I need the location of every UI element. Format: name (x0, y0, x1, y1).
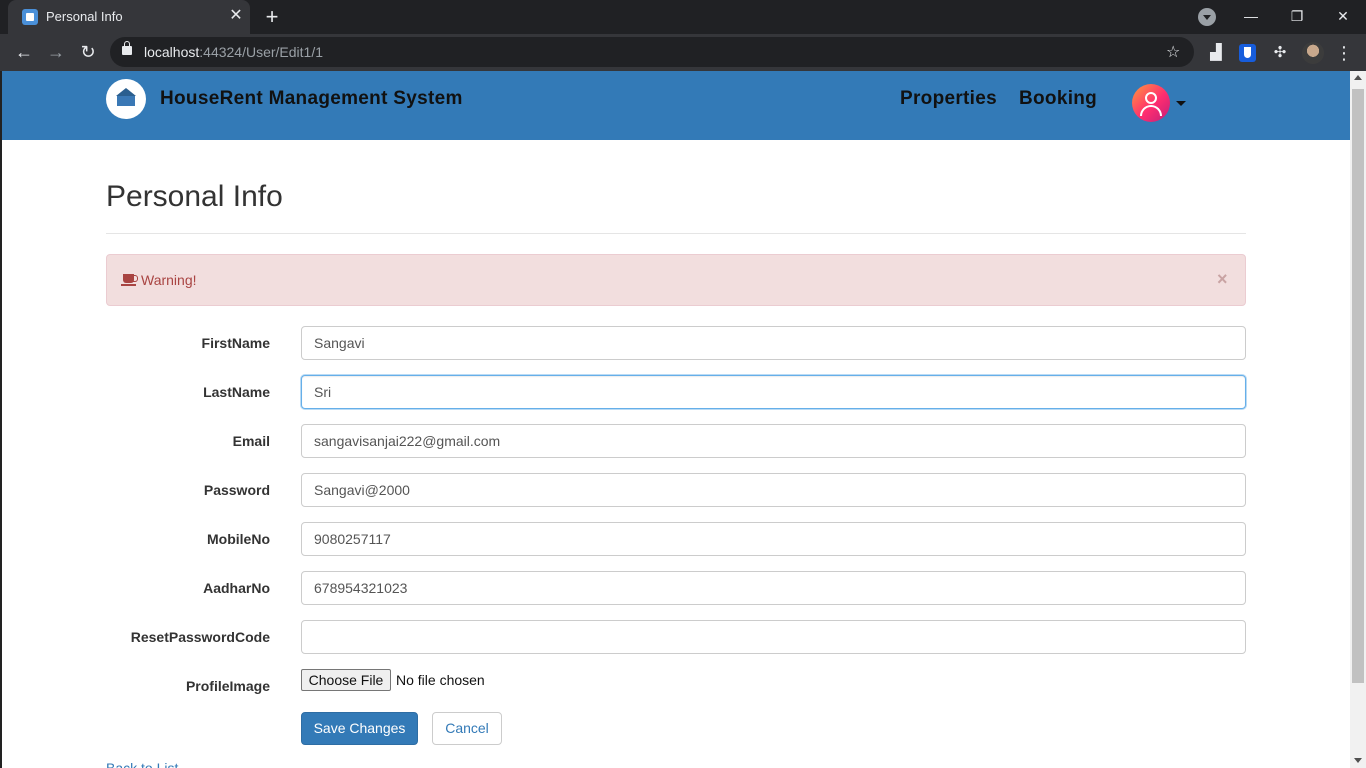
firstname-label: FirstName (201, 335, 270, 351)
mobileno-label: MobileNo (207, 531, 270, 547)
page-title: Personal Info (106, 180, 283, 213)
aadharno-label: AadharNo (203, 580, 270, 596)
back-icon[interactable]: ← (10, 38, 38, 66)
choose-file-button[interactable]: Choose File (301, 669, 391, 691)
menu-icon[interactable]: ⋮ (1334, 43, 1354, 63)
profile-avatar-icon[interactable] (1302, 42, 1324, 64)
resetpasswordcode-field[interactable] (301, 620, 1246, 654)
brand-title[interactable]: HouseRent Management System (160, 88, 463, 110)
scroll-up-icon[interactable] (1354, 75, 1362, 80)
password-field[interactable] (301, 473, 1246, 507)
tab-title: Personal Info (46, 9, 123, 24)
mobileno-field[interactable] (301, 522, 1246, 556)
warning-alert: Warning! × (106, 254, 1246, 306)
email-field[interactable] (301, 424, 1246, 458)
aadharno-field[interactable] (301, 571, 1246, 605)
minimize-icon[interactable]: — (1228, 0, 1274, 32)
browser-tab[interactable]: Personal Info ✕ (8, 0, 250, 34)
file-status-text: No file chosen (396, 672, 485, 688)
forward-icon[interactable]: → (42, 38, 70, 66)
password-label: Password (203, 482, 270, 498)
lock-icon[interactable] (122, 41, 132, 55)
house-logo-icon[interactable] (106, 79, 146, 119)
app-navbar: HouseRent Management System Properties B… (2, 71, 1350, 140)
restore-icon[interactable]: ❐ (1274, 0, 1320, 32)
scrollbar-thumb[interactable] (1352, 89, 1364, 683)
tab-search-icon[interactable] (1198, 8, 1216, 26)
chevron-down-icon[interactable] (1176, 101, 1186, 106)
nav-booking-link[interactable]: Booking (1019, 88, 1097, 110)
profileimage-label: ProfileImage (185, 678, 270, 694)
page-viewport: HouseRent Management System Properties B… (0, 71, 1350, 768)
back-to-list-link[interactable]: Back to List (106, 760, 178, 768)
bookmark-star-icon[interactable]: ☆ (1166, 42, 1180, 62)
user-icon[interactable] (1132, 84, 1170, 122)
close-tab-icon[interactable]: ✕ (226, 6, 246, 26)
resetpasswordcode-label: ResetPasswordCode (130, 629, 270, 645)
lastname-label: LastName (203, 384, 270, 400)
extension-chart-icon[interactable]: ▟ (1206, 43, 1226, 63)
scroll-down-icon[interactable] (1354, 758, 1362, 763)
extensions-puzzle-icon[interactable]: ✣ (1270, 43, 1290, 63)
new-tab-plus-icon[interactable]: + (260, 5, 284, 29)
reload-icon[interactable]: ↻ (74, 38, 102, 66)
favicon-icon (22, 9, 38, 25)
page-scrollbar[interactable] (1350, 71, 1366, 768)
url-text[interactable]: localhost:44324/User/Edit1/1 (144, 44, 323, 60)
email-label: Email (232, 433, 270, 449)
save-changes-button[interactable]: Save Changes (301, 712, 418, 745)
window-close-icon[interactable]: ✕ (1320, 0, 1366, 32)
alert-text: Warning! (141, 272, 197, 288)
coffee-icon (121, 274, 138, 286)
cancel-button[interactable]: Cancel (432, 712, 502, 745)
divider (106, 233, 1246, 234)
address-bar[interactable]: localhost:44324/User/Edit1/1 ☆ (110, 37, 1194, 67)
nav-properties-link[interactable]: Properties (900, 88, 997, 110)
browser-tabstrip: Personal Info ✕ + — ❐ ✕ (0, 0, 1366, 34)
bitwarden-icon[interactable] (1239, 44, 1256, 62)
browser-toolbar: ← → ↻ localhost:44324/User/Edit1/1 ☆ (0, 34, 1366, 71)
alert-close-icon[interactable]: × (1217, 269, 1228, 290)
lastname-field[interactable] (301, 375, 1246, 409)
firstname-field[interactable] (301, 326, 1246, 360)
